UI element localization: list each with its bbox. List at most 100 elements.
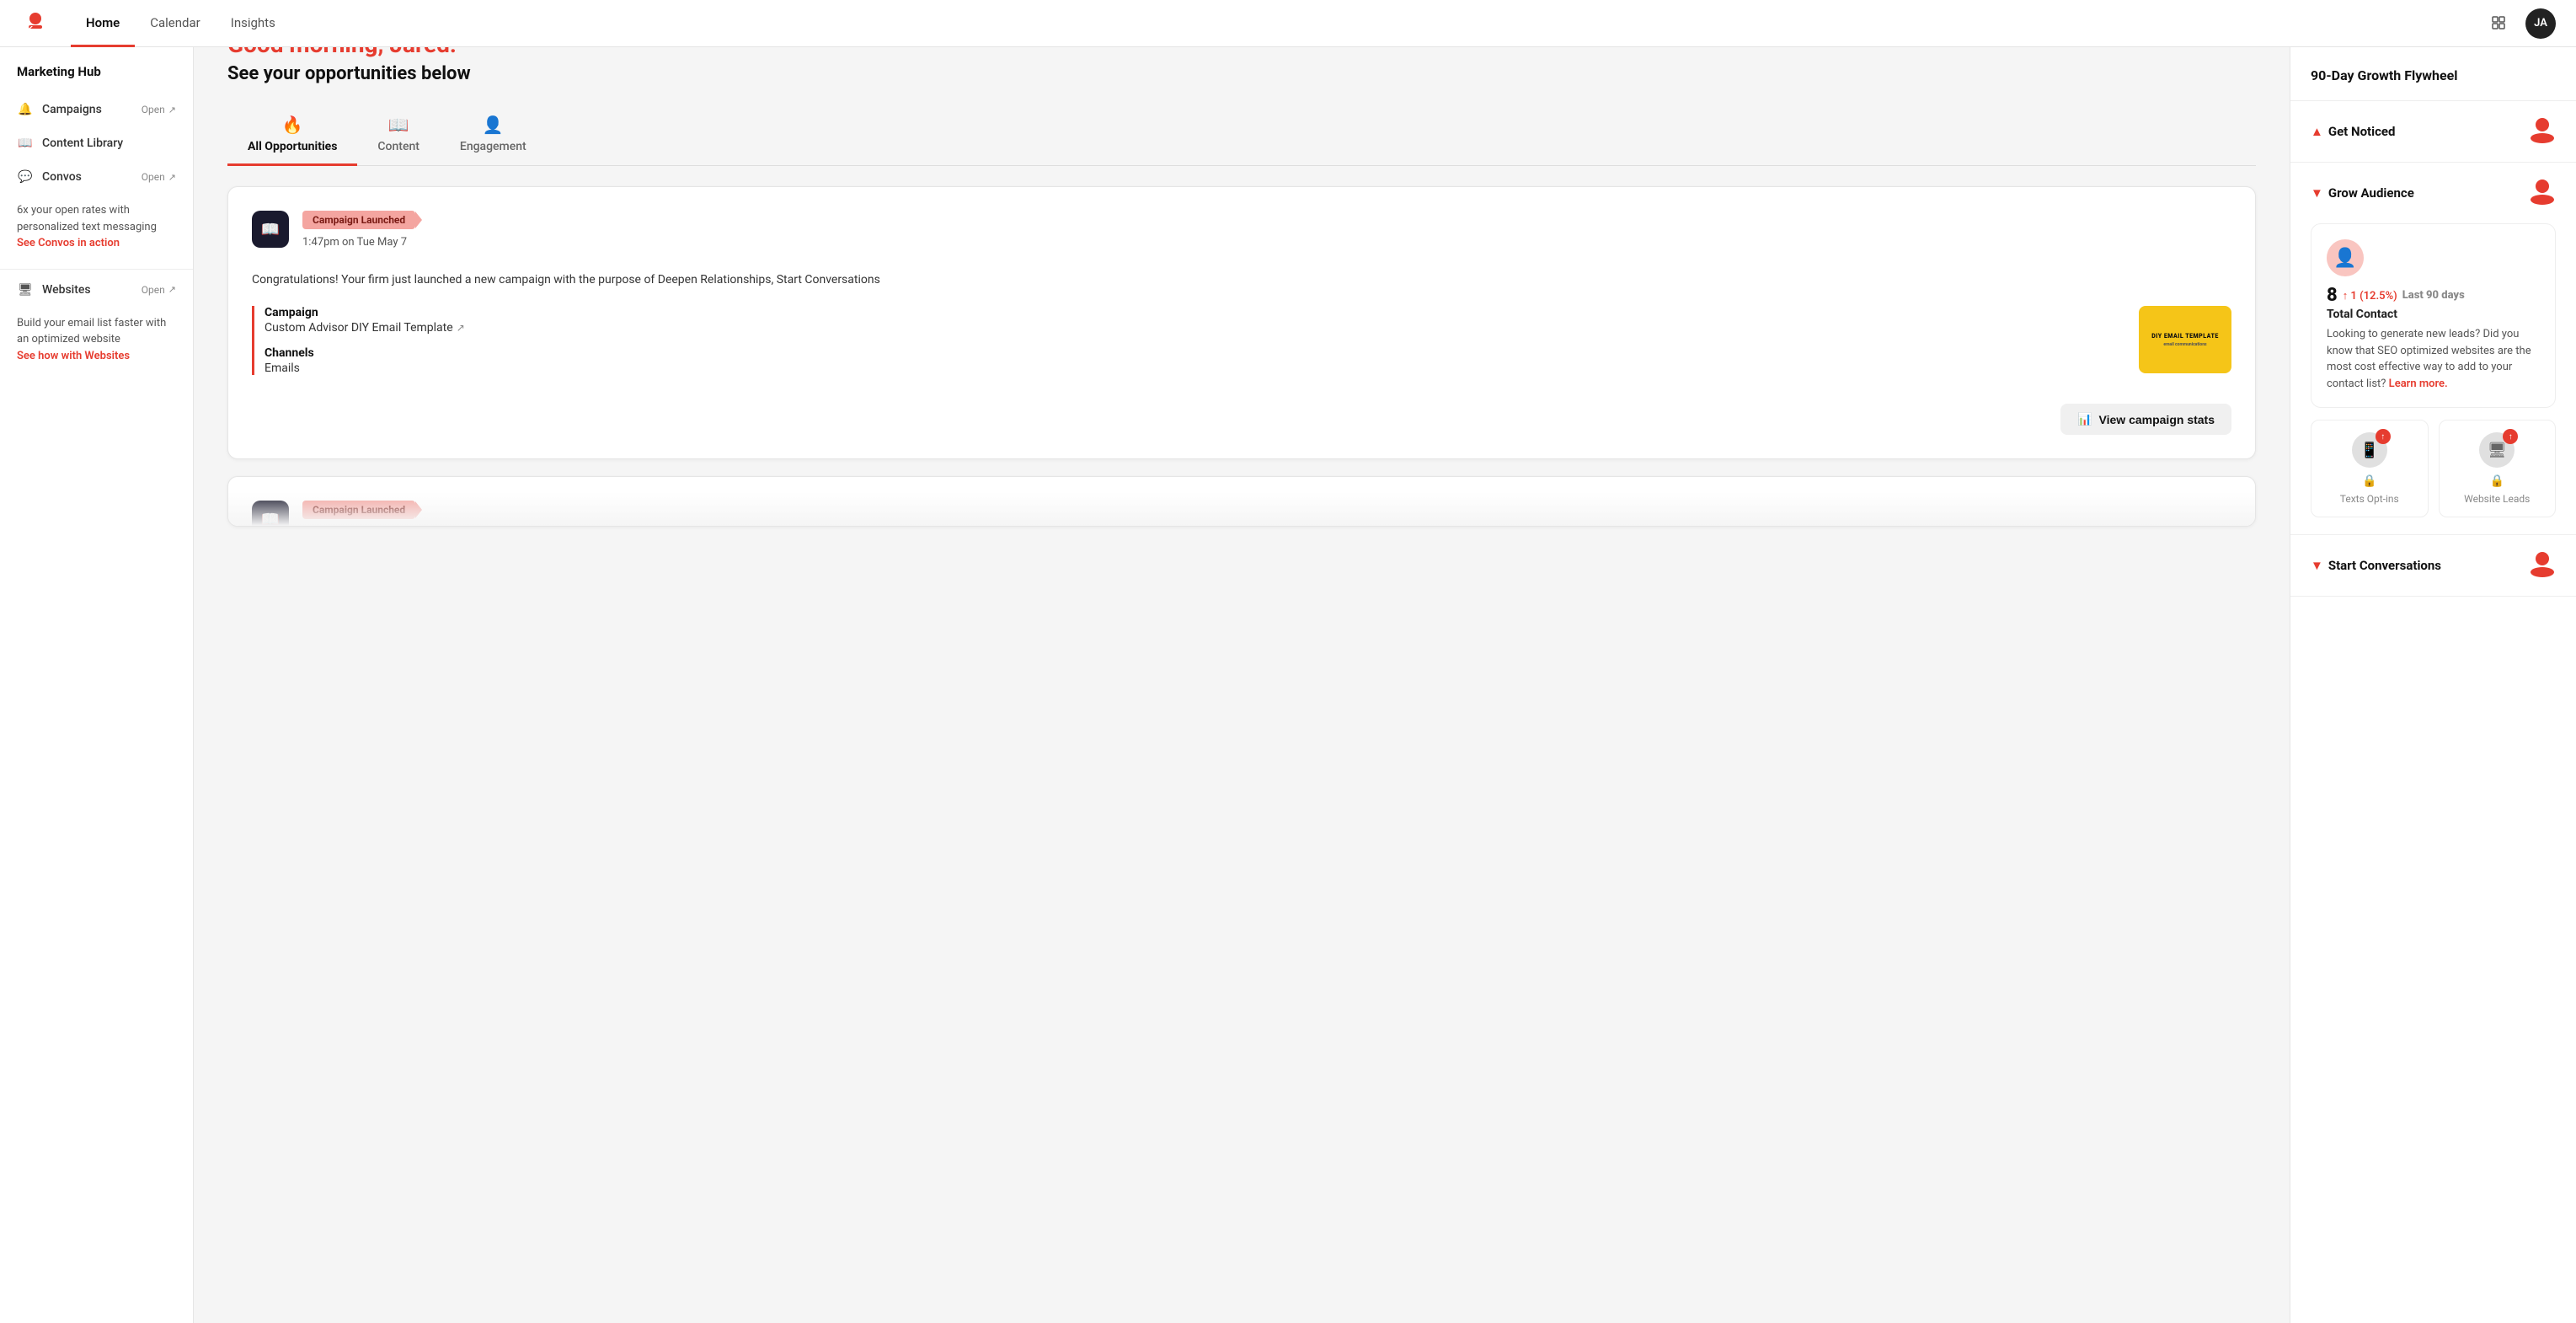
main-content: Good morning, Jared! See your opportunit… (194, 0, 2290, 574)
user-avatar[interactable]: JA (2525, 8, 2556, 39)
campaign-thumbnail: DIY EMAIL TEMPLATE email communications (2139, 306, 2231, 373)
websites-promo: Build your email list faster with an opt… (0, 307, 193, 378)
start-conversations-header[interactable]: ▼ Start Conversations (2290, 535, 2576, 596)
sidebar-item-convos[interactable]: 💬 Convos Open ↗ (0, 160, 193, 194)
convos-promo-link[interactable]: See Convos in action (17, 237, 120, 249)
tab-content[interactable]: 📖 Content (357, 108, 440, 166)
campaign-ext-link[interactable]: ↗ (457, 322, 465, 334)
channels-value: Emails (265, 362, 2119, 375)
website-leads-badge: ↑ (2503, 429, 2518, 444)
websites-icon: 🖥 (17, 281, 34, 298)
texts-optins-card[interactable]: 📱 ↑ 🔒 Texts Opt-ins (2311, 420, 2429, 517)
sidebar-item-content-library[interactable]: 📖 Content Library (0, 126, 193, 160)
card-header: 📖 Campaign Launched 1:47pm on Tue May 7 (252, 211, 2231, 257)
card-footer: 📊 View campaign stats (252, 404, 2231, 435)
nav-tab-insights[interactable]: Insights (216, 1, 291, 47)
campaign-detail: Campaign Custom Advisor DIY Email Templa… (252, 306, 2119, 375)
card-type-icon: 📖 (252, 211, 289, 248)
tab-all-opportunities[interactable]: 🔥 All Opportunities (227, 108, 357, 166)
channels-item: Channels Emails (265, 346, 2119, 375)
campaign-value: Custom Advisor DIY Email Template ↗ (265, 321, 2119, 335)
content-library-icon: 📖 (17, 135, 34, 152)
total-contact-card: 👤 8 ↑ 1 (12.5%) Last 90 days Total Conta… (2311, 223, 2556, 408)
second-card-icon: 📖 (252, 501, 289, 527)
convos-icon: 💬 (17, 169, 34, 185)
start-conversations-title: ▼ Start Conversations (2311, 558, 2441, 573)
second-card-partial: 📖 Campaign Launched (227, 476, 2256, 527)
texts-optins-label: Texts Opt-ins (2340, 493, 2399, 505)
card-details-left: Campaign Custom Advisor DIY Email Templa… (252, 306, 2119, 387)
content-tab-icon: 📖 (388, 115, 409, 135)
nav-tab-home[interactable]: Home (71, 1, 135, 47)
svg-text:K: K (27, 25, 34, 35)
website-leads-icon-wrap: 🖥 ↑ (2479, 432, 2515, 468)
start-conversations-icon (2529, 550, 2556, 581)
get-noticed-icon (2529, 116, 2556, 147)
channels-label: Channels (265, 346, 2119, 360)
app-logo[interactable]: K (20, 8, 51, 39)
bar-chart-icon: 📊 (2077, 412, 2092, 426)
website-leads-lock-icon: 🔒 (2490, 474, 2504, 488)
notifications-icon[interactable] (2485, 10, 2512, 37)
card-header-content: Campaign Launched 1:47pm on Tue May 7 (302, 211, 415, 257)
right-panel: 90-Day Growth Flywheel ▲ Get Noticed ▼ G… (2290, 47, 2576, 1323)
websites-promo-link[interactable]: See how with Websites (17, 350, 130, 362)
sidebar-convos-label: Convos (42, 170, 133, 184)
grow-audience-body: 👤 8 ↑ 1 (12.5%) Last 90 days Total Conta… (2290, 223, 2576, 534)
sidebar-item-campaigns[interactable]: 🔔 Campaigns Open ↗ (0, 93, 193, 126)
campaigns-badge: Open ↗ (142, 104, 176, 115)
nav-right: JA (2485, 8, 2556, 39)
grow-audience-section: ▼ Grow Audience 👤 8 ↑ 1 (12.5%) Last 90 … (2290, 163, 2576, 535)
second-card-badge-wrap: Campaign Launched (302, 501, 415, 526)
contact-count: 8 (2327, 285, 2338, 306)
all-opportunities-icon: 🔥 (282, 115, 303, 135)
second-card-header: 📖 Campaign Launched (252, 501, 2231, 527)
campaigns-icon: 🔔 (17, 101, 34, 118)
card-description: Congratulations! Your firm just launched… (252, 270, 2231, 289)
sidebar-campaigns-label: Campaigns (42, 103, 133, 116)
card-timestamp: 1:47pm on Tue May 7 (302, 236, 415, 249)
card-details: Campaign Custom Advisor DIY Email Templa… (252, 306, 2231, 387)
campaign-item: Campaign Custom Advisor DIY Email Templa… (265, 306, 2119, 335)
contact-desc: Looking to generate new leads? Did you k… (2327, 326, 2540, 392)
texts-optins-icon-wrap: 📱 ↑ (2352, 432, 2387, 468)
sidebar-divider (0, 269, 193, 270)
contact-label: Total Contact (2327, 308, 2540, 321)
contact-change: ↑ 1 (12.5%) (2343, 289, 2397, 303)
sidebar-websites-label: Websites (42, 283, 133, 297)
sidebar-item-websites[interactable]: 🖥 Websites Open ↗ (0, 273, 193, 307)
sidebar: Marketing Hub 🔔 Campaigns Open ↗ 📖 Conte… (0, 47, 194, 1323)
website-leads-label: Website Leads (2464, 493, 2530, 505)
view-stats-button[interactable]: 📊 View campaign stats (2060, 404, 2231, 435)
sidebar-title: Marketing Hub (0, 64, 193, 93)
grow-audience-icon (2529, 178, 2556, 208)
texts-optins-lock-icon: 🔒 (2362, 474, 2376, 488)
websites-badge: Open ↗ (142, 284, 176, 296)
start-conversations-section: ▼ Start Conversations (2290, 535, 2576, 597)
right-panel-title: 90-Day Growth Flywheel (2290, 67, 2576, 101)
start-conversations-chevron: ▼ (2311, 558, 2323, 573)
grow-audience-sub-cards: 📱 ↑ 🔒 Texts Opt-ins 🖥 ↑ 🔒 Website Leads (2311, 420, 2556, 517)
nav-tab-calendar[interactable]: Calendar (135, 1, 216, 47)
get-noticed-chevron: ▲ (2311, 124, 2323, 139)
get-noticed-header[interactable]: ▲ Get Noticed (2290, 101, 2576, 162)
grow-audience-header[interactable]: ▼ Grow Audience (2290, 163, 2576, 223)
sidebar-content-library-label: Content Library (42, 137, 176, 150)
nav-tabs: Home Calendar Insights (71, 0, 291, 46)
top-nav: K Home Calendar Insights JA (0, 0, 2576, 47)
thumbnail-title: DIY EMAIL TEMPLATE (2151, 333, 2219, 340)
convos-badge: Open ↗ (142, 171, 176, 183)
contact-count-row: 8 ↑ 1 (12.5%) Last 90 days (2327, 285, 2540, 306)
contact-learn-more[interactable]: Learn more. (2389, 378, 2448, 390)
grow-audience-chevron: ▼ (2311, 185, 2323, 201)
contact-avatar-icon: 👤 (2327, 239, 2364, 276)
get-noticed-section: ▲ Get Noticed (2290, 101, 2576, 163)
texts-optins-badge: ↑ (2376, 429, 2391, 444)
convos-promo: 6x your open rates with personalized tex… (0, 194, 193, 265)
engagement-tab-icon: 👤 (483, 115, 504, 135)
greeting-sub: See your opportunities below (227, 63, 2256, 84)
opportunity-tabs: 🔥 All Opportunities 📖 Content 👤 Engageme… (227, 108, 2256, 166)
website-leads-card[interactable]: 🖥 ↑ 🔒 Website Leads (2439, 420, 2557, 517)
campaign-launched-card: 📖 Campaign Launched 1:47pm on Tue May 7 … (227, 186, 2256, 459)
tab-engagement[interactable]: 👤 Engagement (440, 108, 547, 166)
